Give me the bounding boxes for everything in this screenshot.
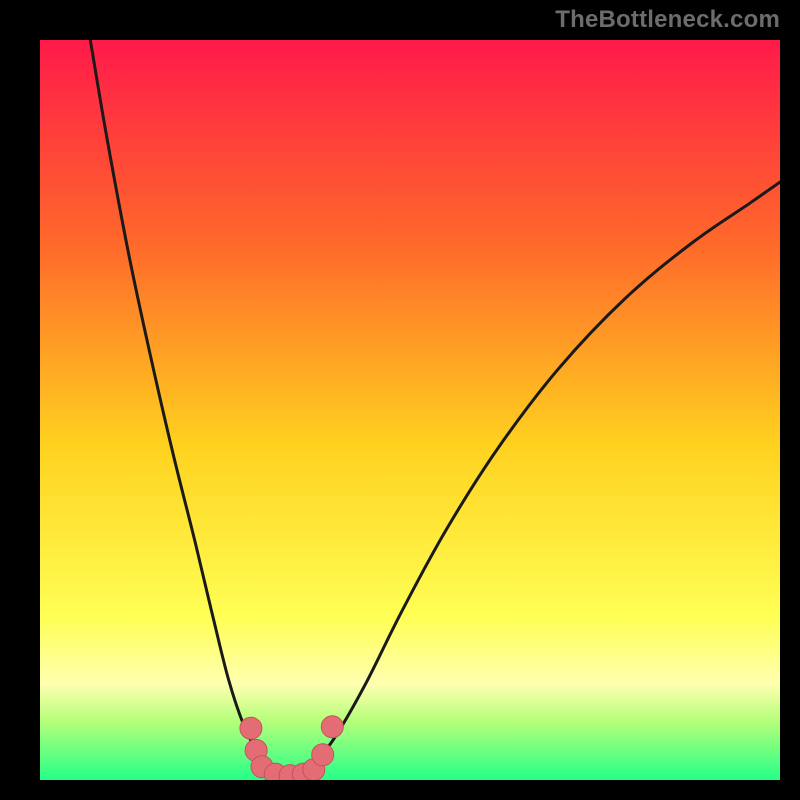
trough-marker	[240, 717, 262, 739]
watermark-text: TheBottleneck.com	[555, 6, 780, 34]
trough-marker	[321, 716, 343, 738]
right-curve	[314, 182, 780, 765]
trough-marker	[312, 744, 334, 766]
curve-layer	[40, 40, 780, 780]
trough-marker-group	[240, 716, 343, 780]
left-curve	[90, 40, 273, 773]
outer-frame: TheBottleneck.com	[0, 0, 800, 800]
plot-area	[40, 40, 780, 780]
